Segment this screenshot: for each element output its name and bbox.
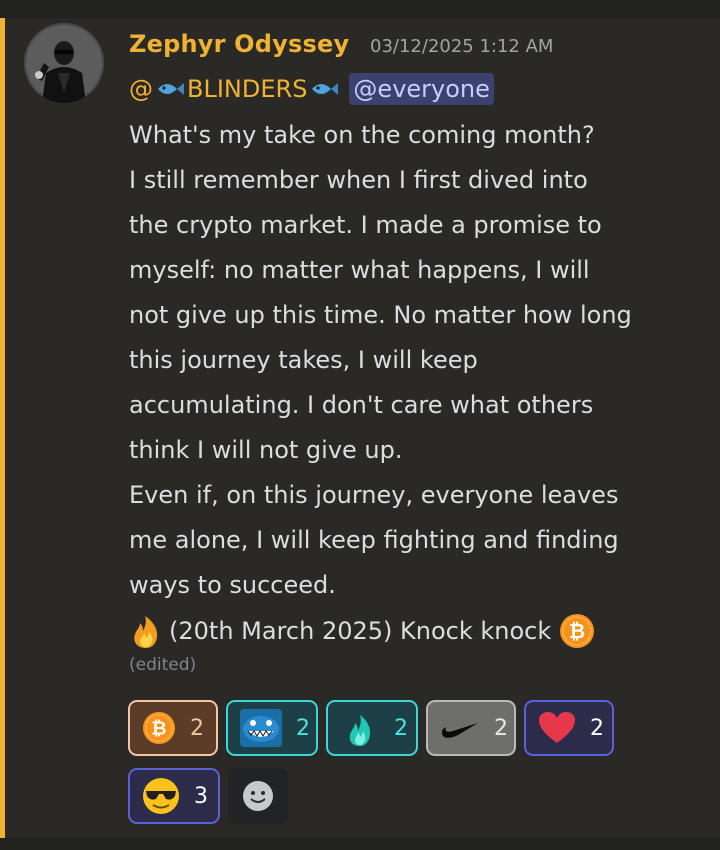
sunglasses-face-icon (143, 778, 179, 814)
bottom-bar (0, 838, 720, 850)
add-reaction-icon (243, 781, 273, 811)
message-line: think I will not give up. (129, 436, 403, 464)
message-line: Even if, on this journey, everyone leave… (129, 481, 619, 509)
message-body: What's my take on the coming month? I st… (129, 113, 699, 608)
message-final-line: (20th March 2025) Knock knock ₿ (129, 608, 595, 653)
avatar-figure-icon (24, 23, 104, 103)
reaction-count: 2 (494, 715, 508, 741)
nike-swoosh-icon (442, 723, 478, 738)
reaction-blue-fire[interactable]: 2 (326, 700, 418, 756)
edited-label: (edited) (129, 655, 197, 675)
user-mention-label: BLINDERS (187, 75, 308, 103)
message-line: accumulating. I don't care what others (129, 391, 594, 419)
final-line-text: (20th March 2025) Knock knock (169, 616, 552, 645)
bitcoin-icon: ₿ (560, 613, 595, 648)
blue-fire-icon (349, 715, 371, 746)
message-line: this journey takes, I will keep (129, 346, 478, 374)
svg-text:₿: ₿ (569, 619, 585, 643)
fish-icon (158, 83, 184, 95)
mention-line: @ BLINDERS @everyone (129, 70, 494, 108)
message-line: I still remember when I first dived into (129, 166, 588, 194)
avatar[interactable] (24, 23, 104, 103)
reaction-count: 2 (296, 715, 310, 741)
reaction-count: 3 (194, 783, 208, 809)
bitcoin-icon: ₿ (142, 711, 176, 745)
reaction-count: 2 (590, 715, 604, 741)
svg-text:₿: ₿ (151, 718, 166, 740)
heart-icon (539, 712, 575, 743)
user-mention[interactable]: @ BLINDERS (129, 75, 341, 103)
reaction-shark[interactable]: 2 (226, 700, 318, 756)
reaction-nike[interactable]: 2 (426, 700, 516, 756)
message-line: the crypto market. I made a promise to (129, 211, 602, 239)
message-line: myself: no matter what happens, I will (129, 256, 590, 284)
fish-icon (312, 83, 339, 95)
mention-highlight-bar (0, 18, 5, 838)
reaction-count: 2 (190, 715, 204, 741)
reaction-sunglasses[interactable]: 3 (128, 768, 220, 824)
username[interactable]: Zephyr Odyssey (129, 30, 349, 58)
message-line: What's my take on the coming month? (129, 121, 595, 149)
fire-icon (134, 615, 158, 648)
everyone-mention[interactable]: @everyone (349, 73, 494, 105)
message-line: me alone, I will keep fighting and findi… (129, 526, 619, 554)
timestamp[interactable]: 03/12/2025 1:12 AM (370, 36, 553, 57)
add-reaction-button[interactable] (228, 768, 288, 824)
shark-emoji-icon (240, 709, 282, 747)
reaction-count: 2 (394, 715, 408, 741)
top-bar (0, 0, 720, 18)
reaction-heart[interactable]: 2 (524, 700, 614, 756)
message-line: ways to succeed. (129, 571, 336, 599)
reaction-bitcoin[interactable]: ₿ 2 (128, 700, 218, 756)
message-line: not give up this time. No matter how lon… (129, 301, 632, 329)
